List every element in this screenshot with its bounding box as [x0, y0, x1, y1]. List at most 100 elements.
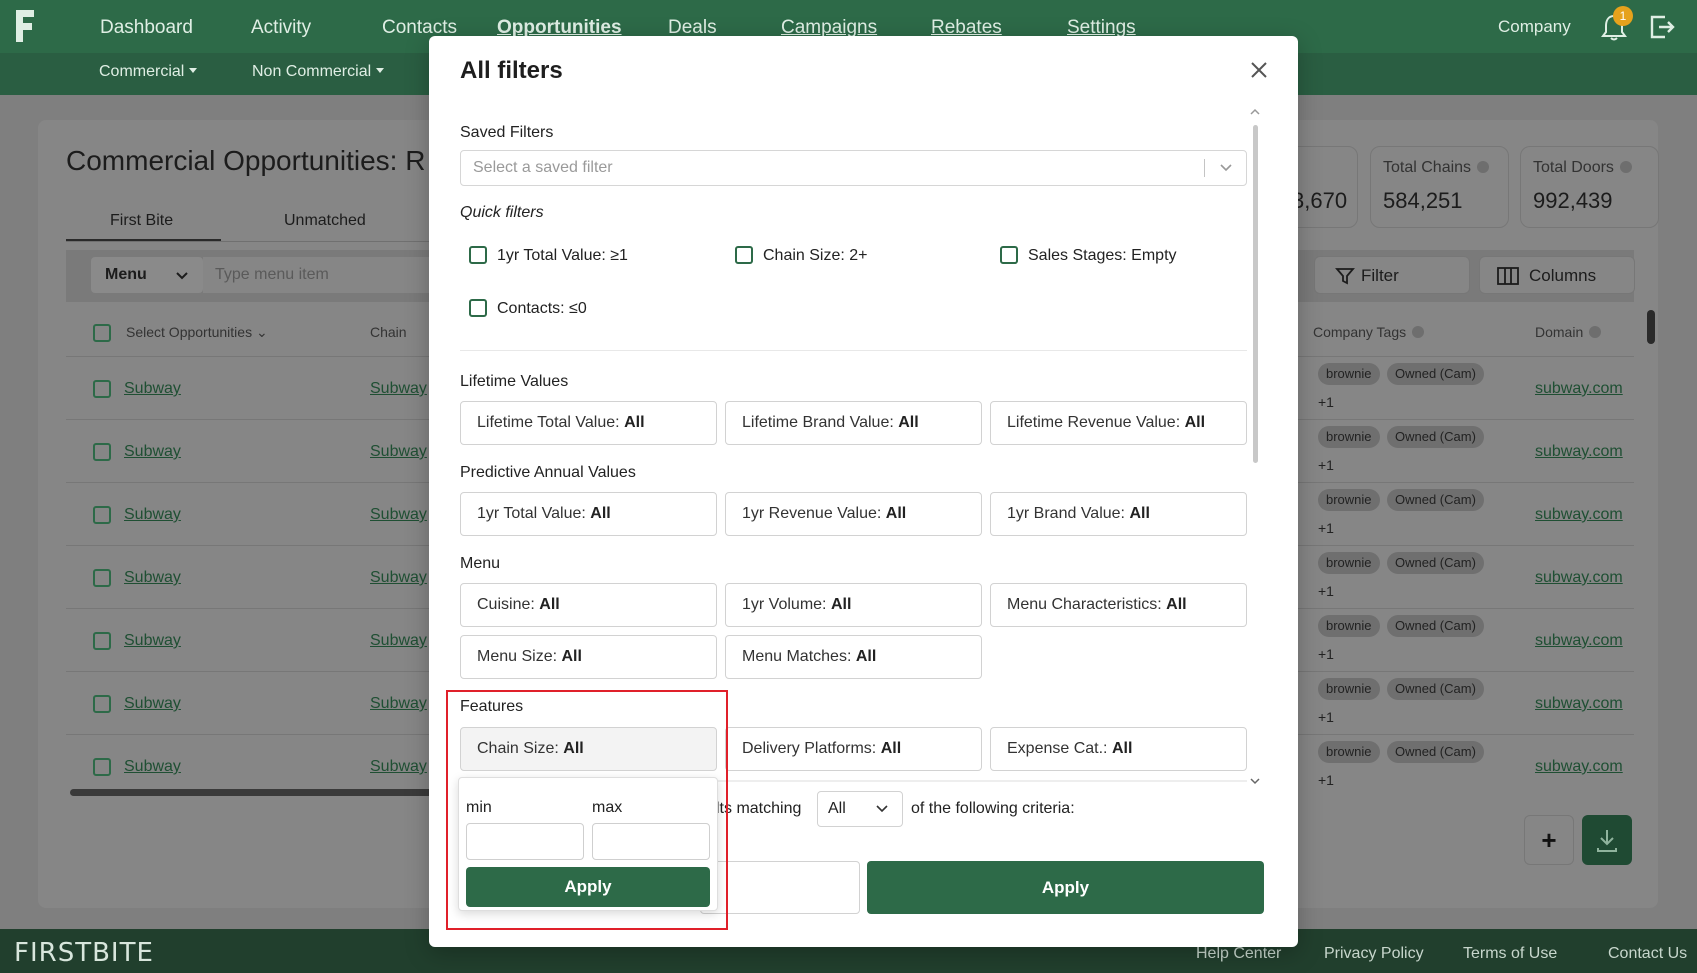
more-tags-count[interactable]: +1 [1318, 709, 1334, 725]
logout-icon[interactable] [1648, 13, 1676, 41]
domain-link[interactable]: subway.com [1535, 695, 1623, 713]
vertical-scrollbar[interactable] [1647, 310, 1655, 344]
column-header-chain[interactable]: Chain [370, 324, 407, 340]
filter-lifetime-total-value[interactable]: Lifetime Total Value: All [460, 401, 717, 445]
filter-menu-characteristics[interactable]: Menu Characteristics: All [990, 583, 1247, 627]
nav-dashboard[interactable]: Dashboard [100, 17, 193, 39]
checkbox[interactable] [1000, 246, 1018, 264]
opportunity-link[interactable]: Subway [124, 632, 181, 650]
domain-link[interactable]: subway.com [1535, 632, 1623, 650]
select-all-checkbox[interactable] [93, 324, 111, 342]
domain-link[interactable]: subway.com [1535, 758, 1623, 776]
chevron-down-icon[interactable] [1219, 163, 1233, 173]
filter-value: All [561, 648, 582, 665]
row-checkbox[interactable] [93, 506, 111, 524]
row-checkbox[interactable] [93, 569, 111, 587]
filter-lifetime-revenue-value[interactable]: Lifetime Revenue Value: All [990, 401, 1247, 445]
checkbox[interactable] [735, 246, 753, 264]
scroll-up-icon[interactable] [1250, 108, 1260, 116]
column-header-company-tags[interactable]: Company Tags [1313, 324, 1425, 340]
quick-filter-contacts[interactable]: Contacts: ≤0 [469, 299, 587, 318]
row-checkbox[interactable] [93, 695, 111, 713]
modal-scrollbar[interactable] [1253, 125, 1258, 463]
footer-contact-us[interactable]: Contact Us [1608, 945, 1687, 963]
quick-filter-sales-stages[interactable]: Sales Stages: Empty [1000, 246, 1177, 265]
opportunity-link[interactable]: Subway [124, 443, 181, 461]
subnav-non-commercial[interactable]: Non Commercial [252, 63, 385, 81]
opportunity-link[interactable]: Subway [124, 380, 181, 398]
filter-1yr-brand-value[interactable]: 1yr Brand Value: All [990, 492, 1247, 536]
subnav-commercial[interactable]: Commercial [99, 63, 198, 81]
more-tags-count[interactable]: +1 [1318, 646, 1334, 662]
more-tags-count[interactable]: +1 [1318, 520, 1334, 536]
match-mode-select[interactable]: All [817, 791, 903, 827]
filter-expense-cat[interactable]: Expense Cat.: All [990, 727, 1247, 771]
footer-terms-of-use[interactable]: Terms of Use [1463, 945, 1557, 963]
section-label-menu: Menu [460, 555, 501, 572]
info-icon[interactable] [1589, 326, 1602, 338]
download-button[interactable] [1582, 815, 1632, 865]
opportunity-link[interactable]: Subway [124, 569, 181, 587]
chain-link[interactable]: Subway [370, 758, 427, 776]
filter-1yr-total-value[interactable]: 1yr Total Value: All [460, 492, 717, 536]
domain-link[interactable]: subway.com [1535, 443, 1623, 461]
column-header-domain[interactable]: Domain [1535, 324, 1602, 340]
nav-activity[interactable]: Activity [251, 17, 311, 39]
checkbox[interactable] [469, 299, 487, 317]
footer-brand-logo[interactable]: FIRSTBITE [14, 938, 154, 968]
add-opportunity-button[interactable]: + [1524, 815, 1574, 865]
columns-button[interactable]: Columns [1479, 256, 1635, 294]
menu-item-search-input[interactable]: Type menu item [203, 257, 433, 293]
chevron-down-icon [176, 272, 188, 280]
filter-button[interactable]: Filter [1314, 256, 1470, 294]
row-checkbox[interactable] [93, 443, 111, 461]
quick-filter-chain-size[interactable]: Chain Size: 2+ [735, 246, 868, 265]
opportunity-link[interactable]: Subway [124, 506, 181, 524]
footer-help-center[interactable]: Help Center [1196, 945, 1281, 963]
filter-lifetime-brand-value[interactable]: Lifetime Brand Value: All [725, 401, 982, 445]
info-icon[interactable] [1619, 161, 1632, 173]
apply-filters-button[interactable]: Apply [867, 861, 1264, 914]
close-icon[interactable] [1247, 58, 1271, 82]
horizontal-scrollbar[interactable] [70, 789, 435, 796]
firstbite-logo-icon[interactable] [14, 8, 36, 44]
column-header-select[interactable]: Select Opportunities ⌄ [126, 324, 268, 341]
chain-link[interactable]: Subway [370, 632, 427, 650]
quick-filter-1yr-total-value[interactable]: 1yr Total Value: ≥1 [469, 246, 628, 265]
domain-link[interactable]: subway.com [1535, 569, 1623, 587]
chain-link[interactable]: Subway [370, 380, 427, 398]
filter-menu-matches[interactable]: Menu Matches: All [725, 635, 982, 679]
chain-link[interactable]: Subway [370, 695, 427, 713]
footer-privacy-policy[interactable]: Privacy Policy [1324, 945, 1424, 963]
more-tags-count[interactable]: +1 [1318, 772, 1334, 788]
saved-filter-select[interactable]: Select a saved filter [460, 150, 1247, 186]
filter-cuisine[interactable]: Cuisine: All [460, 583, 717, 627]
chain-link[interactable]: Subway [370, 506, 427, 524]
chain-link[interactable]: Subway [370, 569, 427, 587]
more-tags-count[interactable]: +1 [1318, 394, 1334, 410]
more-tags-count[interactable]: +1 [1318, 457, 1334, 473]
opportunity-link[interactable]: Subway [124, 695, 181, 713]
filter-1yr-volume[interactable]: 1yr Volume: All [725, 583, 982, 627]
menu-search-type-select[interactable]: Menu [91, 257, 203, 293]
chain-link[interactable]: Subway [370, 443, 427, 461]
tag-badge: brownie [1318, 552, 1380, 574]
opportunity-link[interactable]: Subway [124, 758, 181, 776]
company-menu[interactable]: Company [1498, 17, 1571, 37]
more-tags-count[interactable]: +1 [1318, 583, 1334, 599]
filter-delivery-platforms[interactable]: Delivery Platforms: All [725, 727, 982, 771]
filter-menu-size[interactable]: Menu Size: All [460, 635, 717, 679]
domain-link[interactable]: subway.com [1535, 380, 1623, 398]
info-icon[interactable] [1412, 326, 1425, 338]
checkbox[interactable] [469, 246, 487, 264]
column-header-label: Select Opportunities [126, 324, 253, 340]
filter-1yr-revenue-value[interactable]: 1yr Revenue Value: All [725, 492, 982, 536]
info-icon[interactable] [1477, 161, 1490, 173]
row-checkbox[interactable] [93, 632, 111, 650]
scroll-down-icon[interactable] [1250, 777, 1260, 785]
row-checkbox[interactable] [93, 758, 111, 776]
tab-unmatched[interactable]: Unmatched [284, 212, 366, 230]
domain-link[interactable]: subway.com [1535, 506, 1623, 524]
tab-first-bite[interactable]: First Bite [110, 212, 173, 230]
row-checkbox[interactable] [93, 380, 111, 398]
